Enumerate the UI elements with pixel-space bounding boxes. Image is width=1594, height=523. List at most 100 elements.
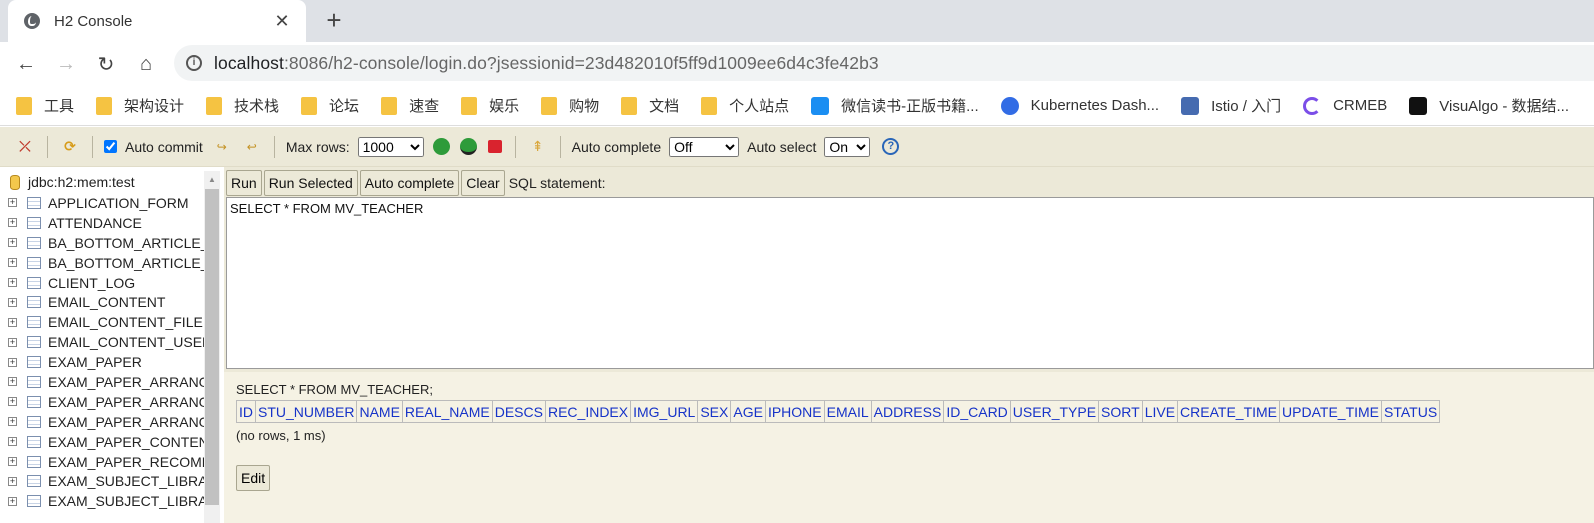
tree-table-item[interactable]: + EXAM_PAPER_ARRANG (0, 372, 204, 392)
expand-plus-icon[interactable]: + (8, 238, 17, 248)
max-rows-select[interactable]: 1000 (357, 136, 424, 157)
tree-table-item[interactable]: + EXAM_PAPER_CONTEN (0, 432, 204, 452)
bookmark-item[interactable]: 速查 (381, 95, 439, 116)
expand-plus-icon[interactable]: + (8, 198, 17, 208)
run-selected-button[interactable]: Run Selected (263, 170, 358, 196)
auto-complete-select[interactable]: Off (669, 136, 740, 157)
rollback-icon[interactable]: ↩ (243, 138, 261, 156)
clear-button[interactable]: Clear (461, 170, 505, 196)
bookmark-item[interactable]: 购物 (541, 95, 599, 116)
expand-plus-icon[interactable]: + (8, 496, 17, 506)
help-icon[interactable]: ? (882, 138, 900, 155)
tree-table-item[interactable]: + BA_BOTTOM_ARTICLE_ (0, 233, 204, 253)
result-column-header[interactable]: ADDRESS (870, 400, 945, 423)
result-column-header[interactable]: ID_CARD (943, 400, 1011, 423)
bookmark-item[interactable]: 论坛 (301, 95, 359, 116)
bookmark-item[interactable]: 工具 (16, 95, 74, 116)
bookmark-item[interactable]: 个人站点 (701, 95, 789, 116)
sql-editor[interactable] (226, 197, 1594, 369)
disconnect-icon[interactable]: ⤫ (16, 138, 34, 156)
tree-table-item[interactable]: + EMAIL_CONTENT (0, 292, 204, 312)
tree-table-item[interactable]: + EMAIL_CONTENT_USER (0, 332, 204, 352)
expand-plus-icon[interactable]: + (8, 317, 17, 327)
expand-plus-icon[interactable]: + (8, 218, 17, 228)
address-bar[interactable]: i localhost:8086/h2-console/login.do?jse… (174, 45, 1594, 81)
info-icon[interactable]: i (186, 55, 202, 71)
tree-table-item[interactable]: + EXAM_PAPER_ARRANG (0, 392, 204, 412)
result-column-header[interactable]: AGE (730, 400, 766, 423)
tree-scrollbar[interactable]: ▲ (204, 171, 220, 523)
edit-button[interactable]: Edit (236, 465, 271, 491)
tree-table-item[interactable]: + EXAM_PAPER_ARRANG (0, 412, 204, 432)
bookmark-item[interactable]: 文档 (621, 95, 679, 116)
result-column-header[interactable]: UPDATE_TIME (1279, 400, 1383, 423)
commit-icon[interactable]: ↪ (213, 138, 231, 156)
result-column-header[interactable]: USER_TYPE (1009, 400, 1100, 423)
expand-plus-icon[interactable]: + (8, 377, 17, 387)
tab-h2-console[interactable]: H2 Console ✕ (8, 0, 306, 42)
stop-icon[interactable] (487, 140, 502, 153)
result-column-header[interactable]: DESCS (491, 400, 546, 423)
tree-table-item[interactable]: + ATTENDANCE (0, 213, 204, 233)
close-icon[interactable]: ✕ (272, 11, 292, 32)
result-column-header[interactable]: EMAIL (823, 400, 872, 423)
bookmark-item[interactable]: Kubernetes Dash... (1000, 96, 1159, 115)
url-text[interactable]: localhost:8086/h2-console/login.do?jsess… (214, 53, 879, 74)
forward-button[interactable]: → (46, 44, 86, 84)
tree-table-item[interactable]: + CLIENT_LOG (0, 273, 204, 293)
result-column-header[interactable]: STATUS (1381, 400, 1441, 423)
auto-commit-checkbox[interactable] (104, 140, 117, 153)
result-column-header[interactable]: IPHONE (764, 400, 825, 423)
expand-plus-icon[interactable]: + (8, 278, 17, 287)
expand-plus-icon[interactable]: + (8, 437, 17, 447)
expand-plus-icon[interactable]: + (8, 258, 17, 268)
expand-plus-icon[interactable]: + (8, 417, 17, 427)
tree-table-label: ATTENDANCE (48, 214, 142, 231)
tree-table-item[interactable]: + EMAIL_CONTENT_FILE (0, 312, 204, 332)
result-column-header[interactable]: CREATE_TIME (1177, 400, 1281, 423)
tree-table-item[interactable]: + EXAM_PAPER_RECOMM (0, 452, 204, 472)
home-button[interactable]: ⌂ (126, 44, 166, 84)
result-column-header[interactable]: REC_INDEX (544, 400, 632, 423)
tree-table-item[interactable]: + APPLICATION_FORM (0, 193, 204, 213)
expand-plus-icon[interactable]: + (8, 357, 17, 367)
tree-table-item[interactable]: + BA_BOTTOM_ARTICLE_ (0, 253, 204, 273)
run-icon[interactable] (432, 138, 450, 155)
query-panel: Run Run Selected Auto complete Clear SQL… (224, 167, 1594, 372)
refresh-icon[interactable]: ⟳ (61, 138, 79, 156)
expand-plus-icon[interactable]: + (8, 337, 17, 347)
tree-table-item[interactable]: + EXAM_SUBJECT_LIBRA (0, 471, 204, 491)
scroll-thumb[interactable] (205, 189, 219, 505)
back-button[interactable]: ← (6, 44, 46, 84)
tree-root[interactable]: jdbc:h2:mem:test (0, 171, 224, 193)
expand-plus-icon[interactable]: + (8, 476, 17, 486)
bookmark-item[interactable]: 娱乐 (461, 95, 519, 116)
result-column-header[interactable]: IMG_URL (630, 400, 699, 423)
bookmark-item[interactable]: 架构设计 (96, 95, 184, 116)
expand-plus-icon[interactable]: + (8, 397, 17, 407)
tree-table-item[interactable]: + EXAM_PAPER (0, 352, 204, 372)
result-column-header[interactable]: LIVE (1141, 400, 1179, 423)
bookmark-item[interactable]: 技术栈 (206, 95, 279, 116)
bookmark-item[interactable]: 微信读书-正版书籍... (811, 95, 979, 116)
expand-plus-icon[interactable]: + (8, 297, 17, 307)
bookmark-item[interactable]: Istio / 入门 (1181, 95, 1281, 116)
auto-complete-button[interactable]: Auto complete (359, 170, 460, 196)
result-column-header[interactable]: NAME (356, 400, 403, 423)
result-column-header[interactable]: REAL_NAME (401, 400, 493, 423)
tree-table-item[interactable]: + EXAM_SUBJECT_LIBRA (0, 491, 204, 511)
result-column-header[interactable]: STU_NUMBER (254, 400, 358, 423)
result-column-header[interactable]: SEX (697, 400, 732, 423)
run-selected-icon[interactable] (459, 138, 477, 155)
run-button[interactable]: Run (226, 170, 262, 196)
reload-button[interactable]: ↻ (86, 44, 126, 84)
history-icon[interactable]: ⇞ (529, 138, 547, 156)
bookmark-item[interactable]: VisuAlgo - 数据结... (1409, 95, 1569, 116)
auto-select-select[interactable]: On (824, 136, 871, 157)
bookmark-item[interactable]: CRMEB (1303, 96, 1387, 115)
new-tab-button[interactable]: + (320, 6, 348, 34)
result-column-header[interactable]: SORT (1098, 400, 1143, 423)
scroll-up-arrow-icon[interactable]: ▲ (204, 171, 220, 188)
result-column-header[interactable]: ID (236, 400, 256, 423)
expand-plus-icon[interactable]: + (8, 457, 17, 467)
